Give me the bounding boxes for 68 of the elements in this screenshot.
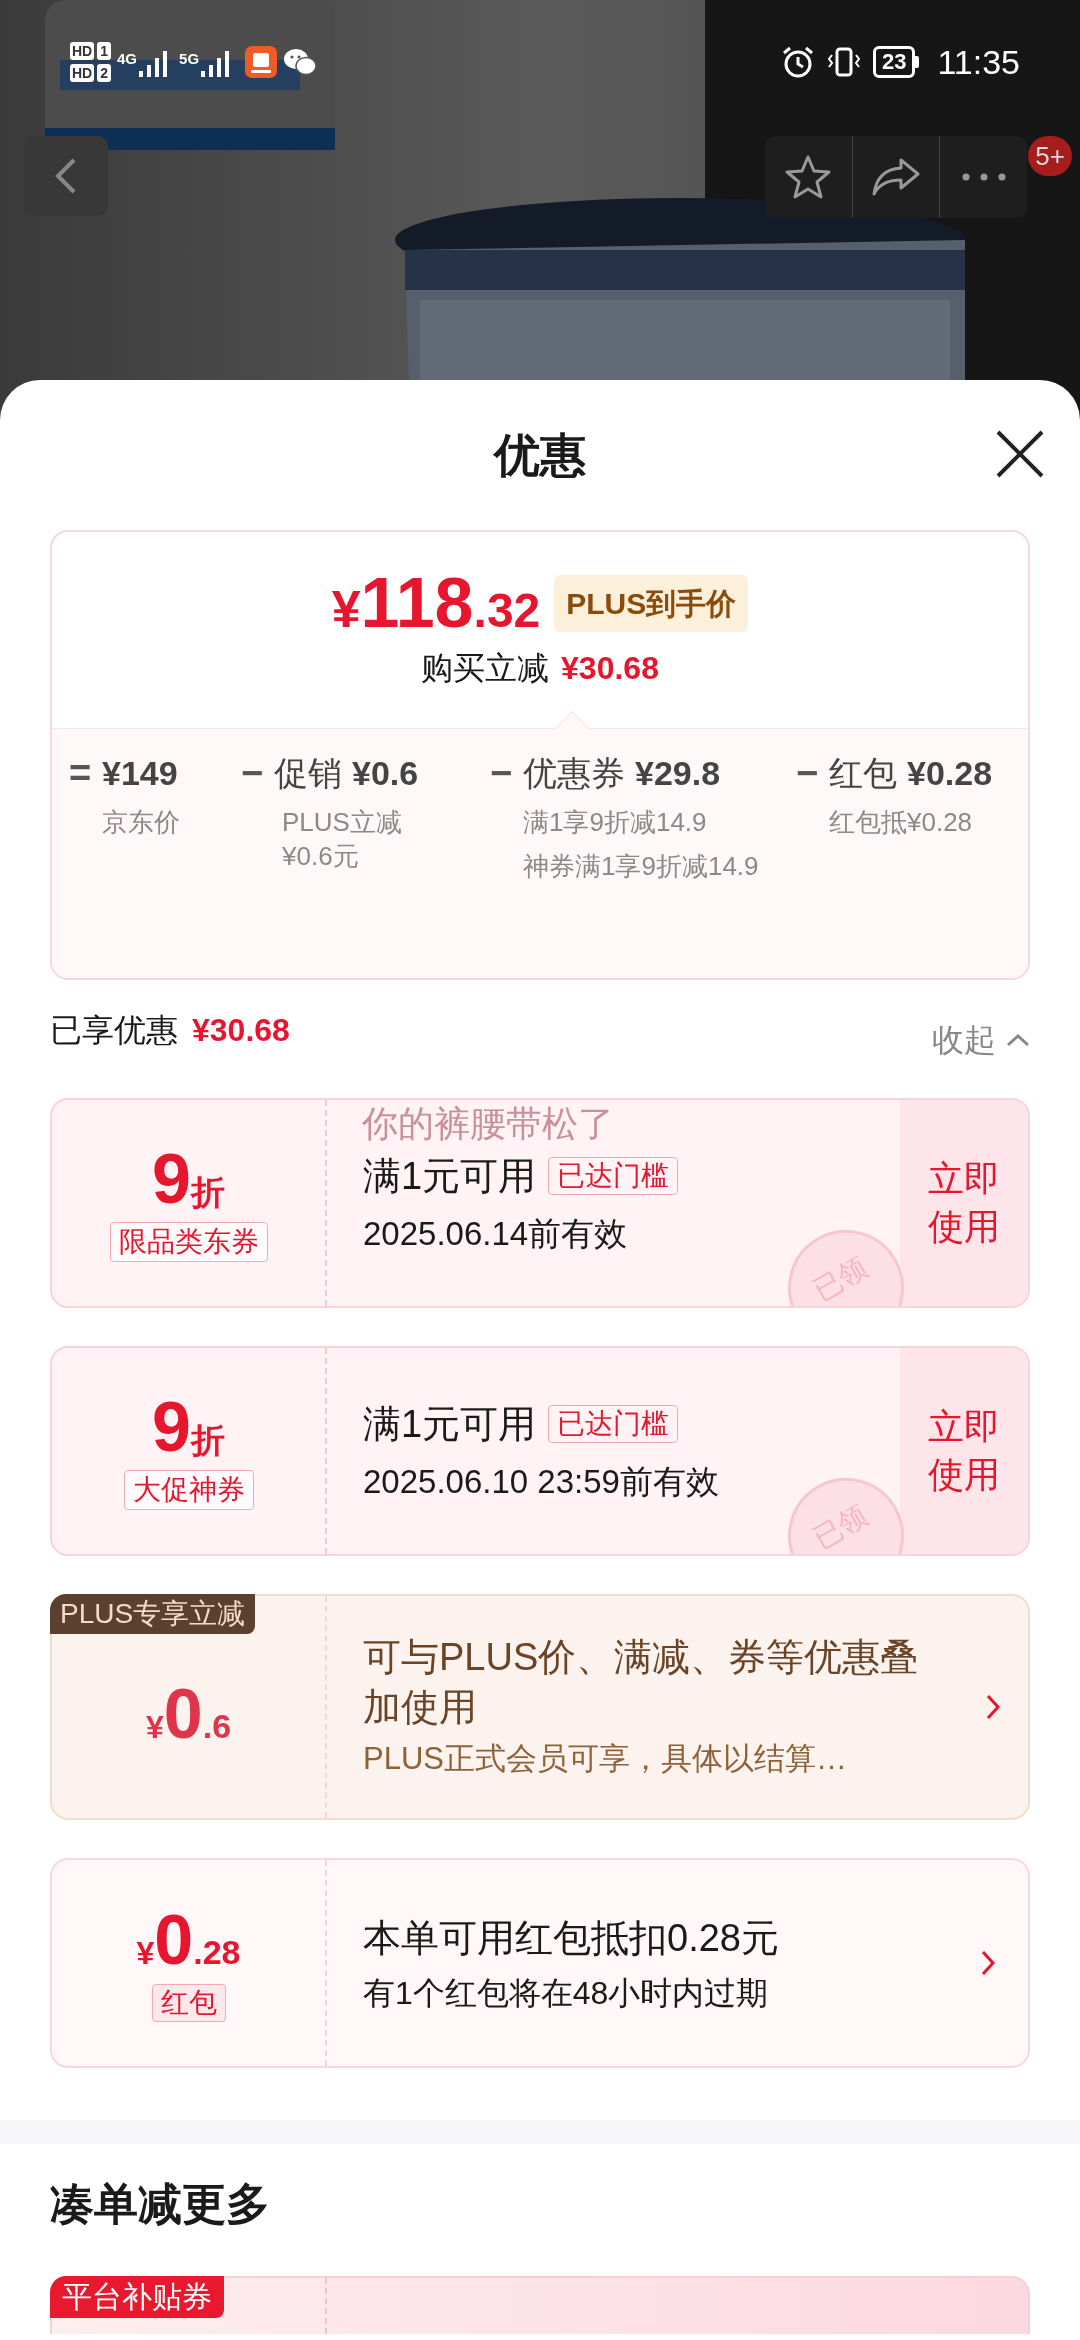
threshold-badge: 已达门槛 <box>548 1405 679 1444</box>
breakdown-note: PLUS立减¥0.6元 <box>281 806 403 873</box>
operator-sign: − <box>488 751 514 796</box>
hd-badge: HD <box>70 64 95 82</box>
chevron-right-icon <box>980 1949 996 1977</box>
breakdown-amount: ¥29.8 <box>635 753 721 794</box>
section-title: 凑单减更多 <box>50 2178 270 2230</box>
breakdown-label: 红包 <box>829 753 897 794</box>
use-now-button[interactable]: 立即使用 <box>900 1348 1028 1554</box>
network-type: 4G <box>117 51 138 66</box>
collapse-button[interactable]: 收起 <box>932 1016 1030 1064</box>
alarm-icon <box>780 45 815 79</box>
operator-sign: − <box>794 751 820 796</box>
network-type: 5G <box>179 51 200 66</box>
coupon-tag: 限品类东券 <box>109 1222 268 1262</box>
deduction-value: ¥0.6 <box>145 1678 232 1752</box>
clock-time: 11:35 <box>937 41 1020 83</box>
breakdown-amount: ¥0.28 <box>907 753 993 794</box>
coupon-title: 满1元可用 <box>363 1401 537 1447</box>
enjoyed-label: 已享优惠 <box>50 1011 178 1050</box>
chat-icon <box>283 47 318 77</box>
coupon-title: 可与PLUS价、满减、券等优惠叠加使用 <box>363 1634 920 1730</box>
app-icon <box>245 46 278 78</box>
discount-value: 9折 <box>152 1144 225 1214</box>
hd-badge: HD <box>70 42 95 60</box>
saving-amount: ¥30.68 <box>561 649 659 688</box>
more-icon <box>961 173 1006 181</box>
price-tag: PLUS到手价 <box>554 574 749 632</box>
corner-label: PLUS专享立减 <box>50 1594 256 1634</box>
breakdown-label: 优惠券 <box>523 753 625 794</box>
close-icon <box>995 429 1045 479</box>
final-price: ¥118.32 <box>331 568 541 638</box>
back-button[interactable] <box>24 136 108 216</box>
coupon-tag: 大促神券 <box>123 1470 254 1510</box>
sim-slot-badge: 2 <box>97 64 112 82</box>
coupon-subtitle: 有1个红包将在48小时内过期 <box>363 1973 770 2013</box>
threshold-badge: 已达门槛 <box>548 1157 679 1196</box>
share-icon <box>871 156 921 198</box>
coupon-subtitle: PLUS正式会员可享，具体以结算… <box>363 1739 848 1778</box>
saving-label: 购买立减 <box>421 649 550 688</box>
coupon-tag: 红包 <box>151 1983 226 2022</box>
coupon-title: 本单可用红包抵扣0.28元 <box>363 1915 780 1961</box>
operator-sign: = <box>67 751 93 796</box>
floating-comment: 你的裤腰带松了 <box>362 1104 614 1144</box>
corner-label: 平台补贴券 <box>50 2276 224 2318</box>
breakdown-note: 满1享9折减14.9 <box>523 806 708 839</box>
share-button[interactable] <box>851 136 941 218</box>
enjoyed-amount: ¥30.68 <box>192 1011 290 1050</box>
discount-value: 9折 <box>152 1392 225 1462</box>
amount-value: ¥0.28 <box>136 1904 241 1978</box>
coupon-validity: 2025.06.14前有效 <box>363 1213 629 1254</box>
star-icon <box>784 154 833 200</box>
vibrate-icon <box>826 45 861 79</box>
breakdown-label: 促销 <box>274 753 342 794</box>
use-now-button[interactable]: 立即使用 <box>900 1100 1028 1306</box>
chevron-up-icon <box>1006 1033 1030 1047</box>
sheet-title: 优惠 <box>494 427 586 483</box>
battery-indicator: 23 <box>872 46 916 78</box>
breakdown-note: 红包抵¥0.28 <box>829 806 974 839</box>
breakdown-amount: ¥149 <box>102 753 178 794</box>
sim-slot-badge: 1 <box>97 42 112 60</box>
operator-sign: − <box>239 751 265 796</box>
breakdown-note: 神券满1享9折减14.9 <box>523 850 760 883</box>
coupon-validity: 2025.06.10 23:59前有效 <box>363 1461 720 1502</box>
breakdown-note: 京东价 <box>102 806 181 839</box>
chevron-right-icon <box>985 1693 1001 1721</box>
coupon-title: 满1元可用 <box>363 1153 537 1199</box>
breakdown-amount: ¥0.6 <box>352 753 419 794</box>
